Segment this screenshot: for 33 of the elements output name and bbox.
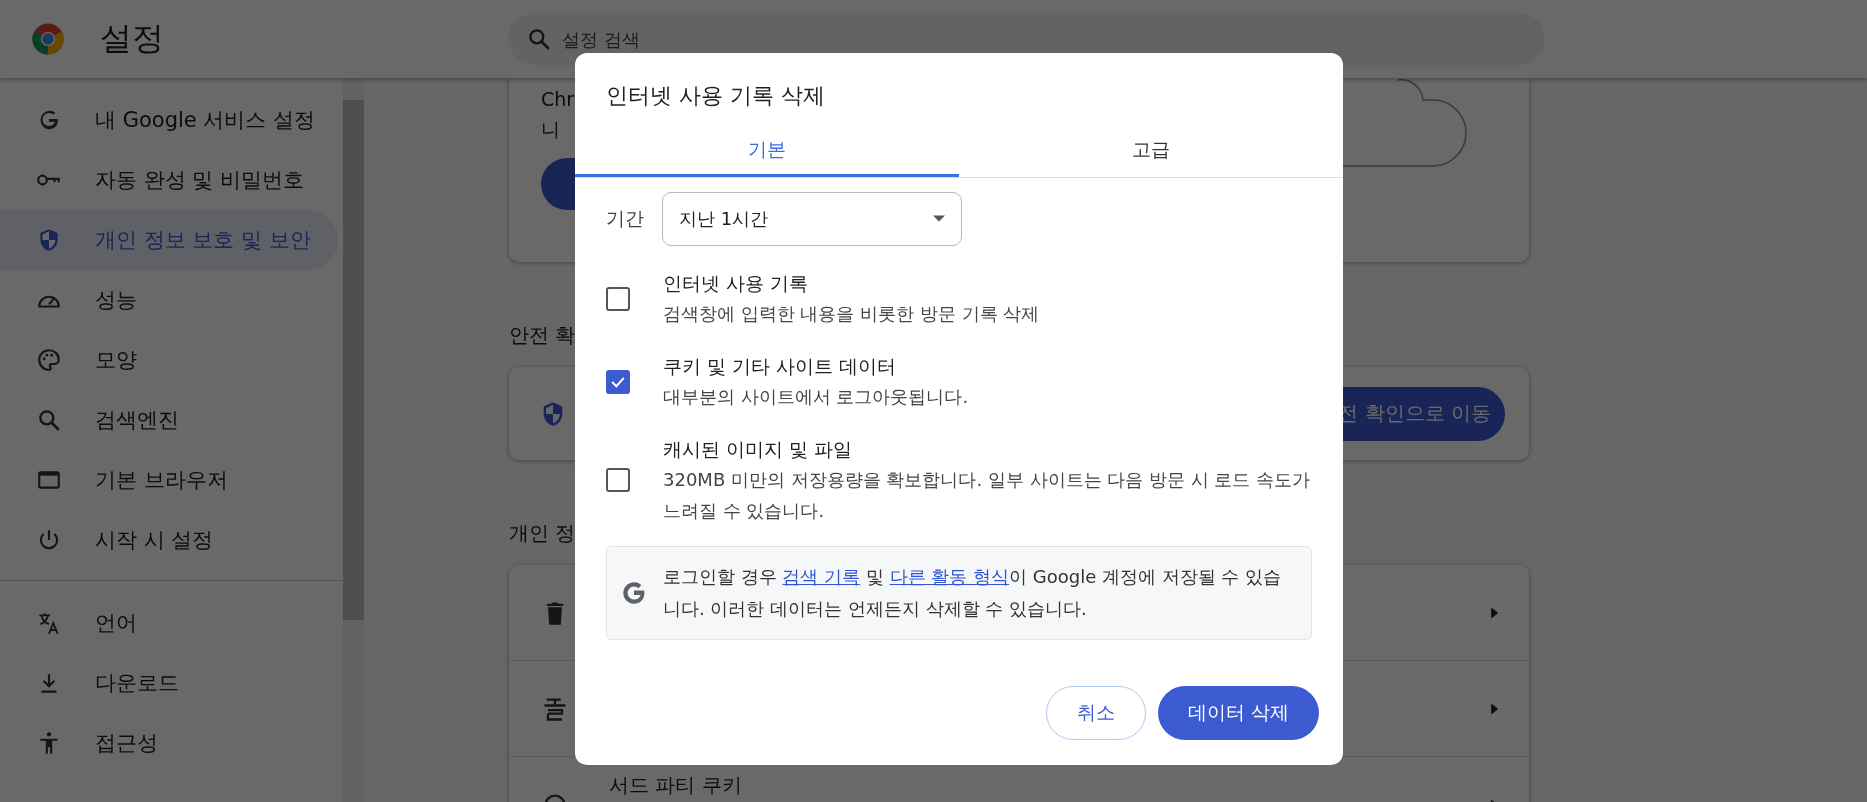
option-title: 인터넷 사용 기록	[663, 271, 810, 296]
row-label: 서드 파티 쿠키	[609, 772, 742, 797]
tab[interactable]: 고급	[959, 125, 1343, 177]
sidebar-item[interactable]: 다운로드	[0, 653, 343, 713]
option-description: 검색창에 입력한 내용을 비롯한 방문 기록 삭제	[663, 302, 1041, 326]
period-label: 기간	[606, 206, 644, 231]
section-heading: 안전 확	[509, 322, 576, 349]
sidebar-item[interactable]: 개인 정보 보호 및 보안	[0, 210, 338, 270]
sidebar-item[interactable]: 성능	[0, 270, 343, 330]
card-text: 니	[541, 117, 560, 142]
link[interactable]: 다른 활동 형식	[889, 566, 1010, 587]
sidebar-item[interactable]: 내 Google 서비스 설정	[0, 90, 343, 150]
sidebar-item[interactable]: 자동 완성 및 비밀번호	[0, 150, 343, 210]
sidebar-item[interactable]: 검색엔진	[0, 390, 343, 450]
page-title: 설정	[100, 18, 165, 59]
sidebar-item[interactable]: 기본 브라우저	[0, 450, 343, 510]
option-description: 320MB 미만의 저장용량을 확보합니다. 일부 사이트는 다음 방문 시 로드 속도가 느려질 수 있습니다.	[663, 468, 1312, 523]
card-text: Chr	[541, 87, 575, 112]
cancel-button[interactable]: 취소	[1045, 686, 1146, 740]
sidebar-item[interactable]: 접근성	[0, 713, 343, 773]
sidebar-item[interactable]: 모양	[0, 330, 343, 390]
option-title: 캐시된 이미지 및 파일	[663, 437, 854, 462]
link[interactable]: 검색 기록	[782, 566, 861, 587]
delete-button[interactable]: 데이터 삭제	[1157, 686, 1319, 740]
period-dropdown[interactable]: 지난 1시간	[662, 192, 962, 246]
section-heading: 개인 정	[509, 520, 576, 547]
option-description: 대부분의 사이트에서 로그아웃됩니다.	[663, 385, 970, 409]
dialog-title: 인터넷 사용 기록 삭제	[606, 82, 826, 110]
info-text: 로그인할 경우 검색 기록 및 다른 활동 형식이 Google 계정에 저장될 수 있습니다. 이러한 데이터는 언제든지 삭제할 수 있습니다.	[663, 565, 1283, 621]
tab[interactable]: 기본	[575, 125, 959, 177]
option-title: 쿠키 및 기타 사이트 데이터	[663, 354, 898, 379]
sidebar-item[interactable]: 언어	[0, 593, 343, 653]
sidebar-item[interactable]: 시작 시 설정	[0, 510, 343, 570]
